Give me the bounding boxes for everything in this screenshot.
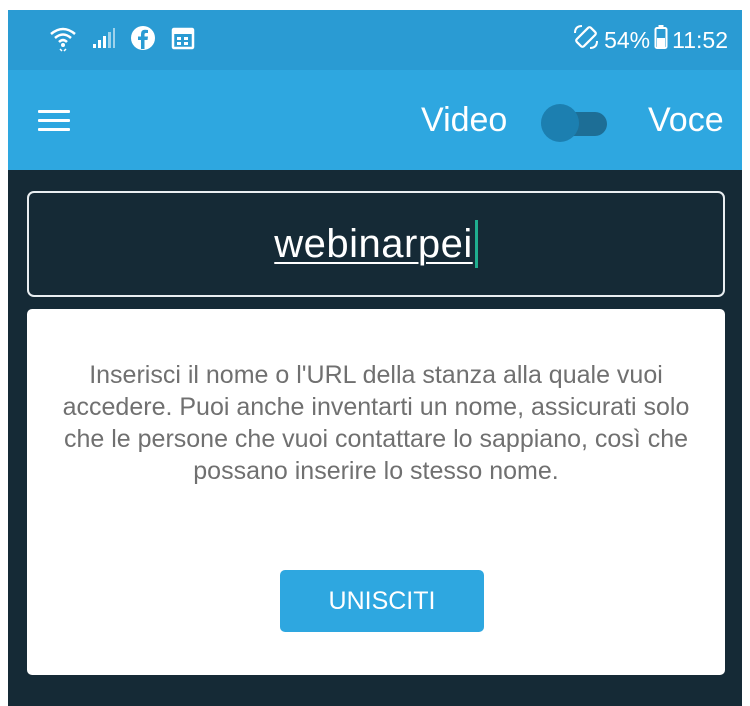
wifi-icon bbox=[48, 23, 78, 58]
join-button[interactable]: UNISCITI bbox=[280, 570, 484, 632]
text-caret bbox=[474, 220, 478, 268]
signal-icon bbox=[92, 26, 116, 55]
status-bar: 54% 11:52 bbox=[8, 10, 742, 70]
hamburger-menu-icon[interactable] bbox=[38, 100, 98, 140]
battery-percent: 54% bbox=[604, 26, 651, 53]
video-voice-toggle[interactable] bbox=[541, 104, 607, 142]
toggle-thumb bbox=[541, 104, 579, 142]
app-window: 54% 11:52 Video Voce webinarpei Inserisc… bbox=[8, 10, 742, 706]
clock: 11:52 bbox=[672, 26, 728, 53]
facebook-icon bbox=[130, 25, 156, 56]
instructions-text: Inserisci il nome o l'URL della stanza a… bbox=[62, 361, 690, 485]
room-name-input[interactable]: webinarpei bbox=[27, 191, 725, 297]
video-mode-label: Video bbox=[421, 101, 508, 139]
app-bar: Video Voce bbox=[8, 70, 742, 170]
status-bar-right: 54% 11:52 bbox=[572, 22, 728, 58]
join-card: Inserisci il nome o l'URL della stanza a… bbox=[27, 309, 725, 675]
voice-mode-label: Voce bbox=[648, 101, 724, 139]
calendar-icon bbox=[170, 25, 196, 56]
room-name-value: webinarpei bbox=[274, 221, 473, 266]
rotate-icon bbox=[572, 23, 600, 57]
battery-icon bbox=[654, 24, 668, 56]
status-bar-left bbox=[48, 22, 196, 58]
